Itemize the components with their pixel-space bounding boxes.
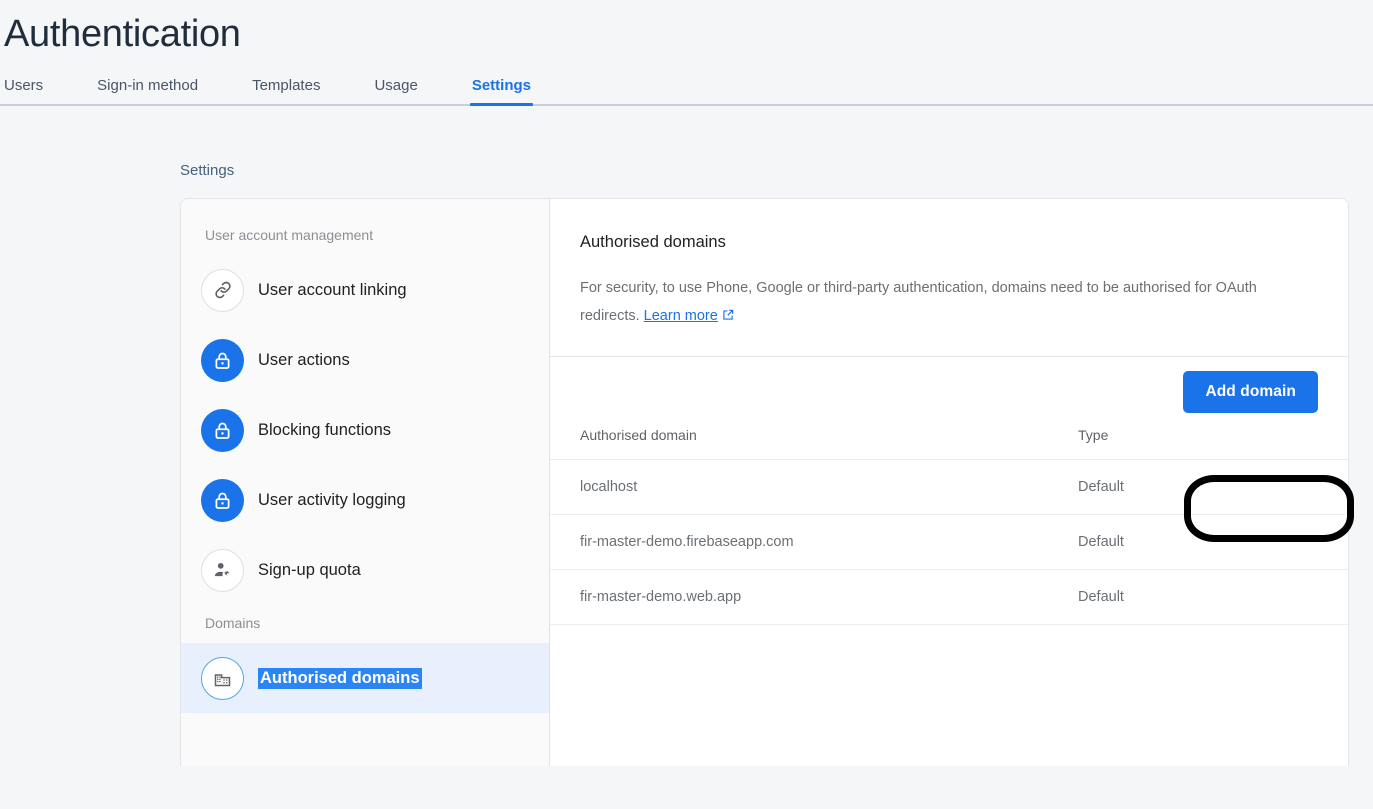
learn-more-link[interactable]: Learn more — [644, 308, 718, 324]
tab-usage[interactable]: Usage — [374, 77, 417, 104]
cell-domain: fir-master-demo.web.app — [550, 569, 1048, 625]
sidebar-item-user-actions[interactable]: User actions — [181, 325, 549, 395]
sidebar-item-blocking-functions[interactable]: Blocking functions — [181, 395, 549, 465]
sidebar-item-label: Authorised domains — [258, 667, 422, 689]
panel-title: Authorised domains — [580, 233, 726, 251]
sidebar-item-user-account-linking[interactable]: User account linking — [181, 255, 549, 325]
panel-actions: Add domain — [1183, 371, 1318, 413]
content-area: Settings User account management User ac… — [0, 106, 1373, 766]
sidebar-item-label: Blocking functions — [258, 420, 391, 439]
panel-description: For security, to use Phone, Google or th… — [580, 274, 1305, 332]
sidebar-item-label: Sign-up quota — [258, 560, 361, 579]
section-label: Settings — [180, 162, 235, 179]
cell-domain: localhost — [550, 459, 1048, 515]
cell-type: Default — [1048, 459, 1348, 515]
table-row[interactable]: fir-master-demo.web.app Default — [550, 569, 1348, 625]
nav-group-label-domains: Domains — [205, 615, 261, 631]
column-header-type[interactable]: Type — [1048, 427, 1348, 460]
tab-bar: Users Sign-in method Templates Usage Set… — [0, 60, 1373, 106]
lock-icon — [201, 478, 244, 522]
lock-icon — [201, 338, 244, 382]
authorised-domains-panel: Authorised domains For security, to use … — [550, 199, 1348, 766]
panel-header: Authorised domains For security, to use … — [550, 199, 1348, 332]
sidebar-item-user-activity-logging[interactable]: User activity logging — [181, 465, 549, 535]
link-icon — [201, 268, 244, 312]
add-domain-button[interactable]: Add domain — [1183, 371, 1318, 413]
page-header: Authentication Users Sign-in method Temp… — [0, 0, 1373, 106]
table-row[interactable]: fir-master-demo.firebaseapp.com Default — [550, 514, 1348, 570]
table-row[interactable]: localhost Default — [550, 459, 1348, 515]
tab-sign-in-method[interactable]: Sign-in method — [97, 77, 198, 104]
manage-accounts-icon — [201, 548, 244, 592]
cell-type: Default — [1048, 569, 1348, 625]
table-head: Authorised domain Type — [550, 427, 1348, 460]
authorised-domains-table: Authorised domain Type localhost Default… — [550, 427, 1348, 625]
lock-icon — [201, 408, 244, 452]
table-header-row: Authorised domain Type — [550, 427, 1348, 460]
table-body: localhost Default fir-master-demo.fireba… — [550, 459, 1348, 625]
cell-domain: fir-master-demo.firebaseapp.com — [550, 514, 1048, 570]
sidebar-item-label: User activity logging — [258, 490, 406, 509]
tab-users[interactable]: Users — [4, 77, 43, 104]
tab-settings[interactable]: Settings — [469, 77, 534, 106]
sidebar-item-sign-up-quota[interactable]: Sign-up quota — [181, 535, 549, 605]
column-header-domain[interactable]: Authorised domain — [550, 427, 1048, 460]
nav-group-label-user-account-management: User account management — [205, 227, 374, 243]
cell-type: Default — [1048, 514, 1348, 570]
settings-side-nav: User account management User account lin… — [181, 199, 550, 766]
domain-building-icon — [201, 656, 244, 700]
sidebar-item-label: User account linking — [258, 280, 407, 299]
sidebar-item-label: User actions — [258, 350, 350, 369]
external-link-icon — [721, 304, 735, 332]
tab-templates[interactable]: Templates — [252, 77, 320, 104]
sidebar-item-authorised-domains[interactable]: Authorised domains — [181, 643, 549, 713]
page-title: Authentication — [4, 13, 241, 55]
panel-divider — [550, 356, 1348, 357]
settings-card: User account management User account lin… — [180, 198, 1349, 766]
